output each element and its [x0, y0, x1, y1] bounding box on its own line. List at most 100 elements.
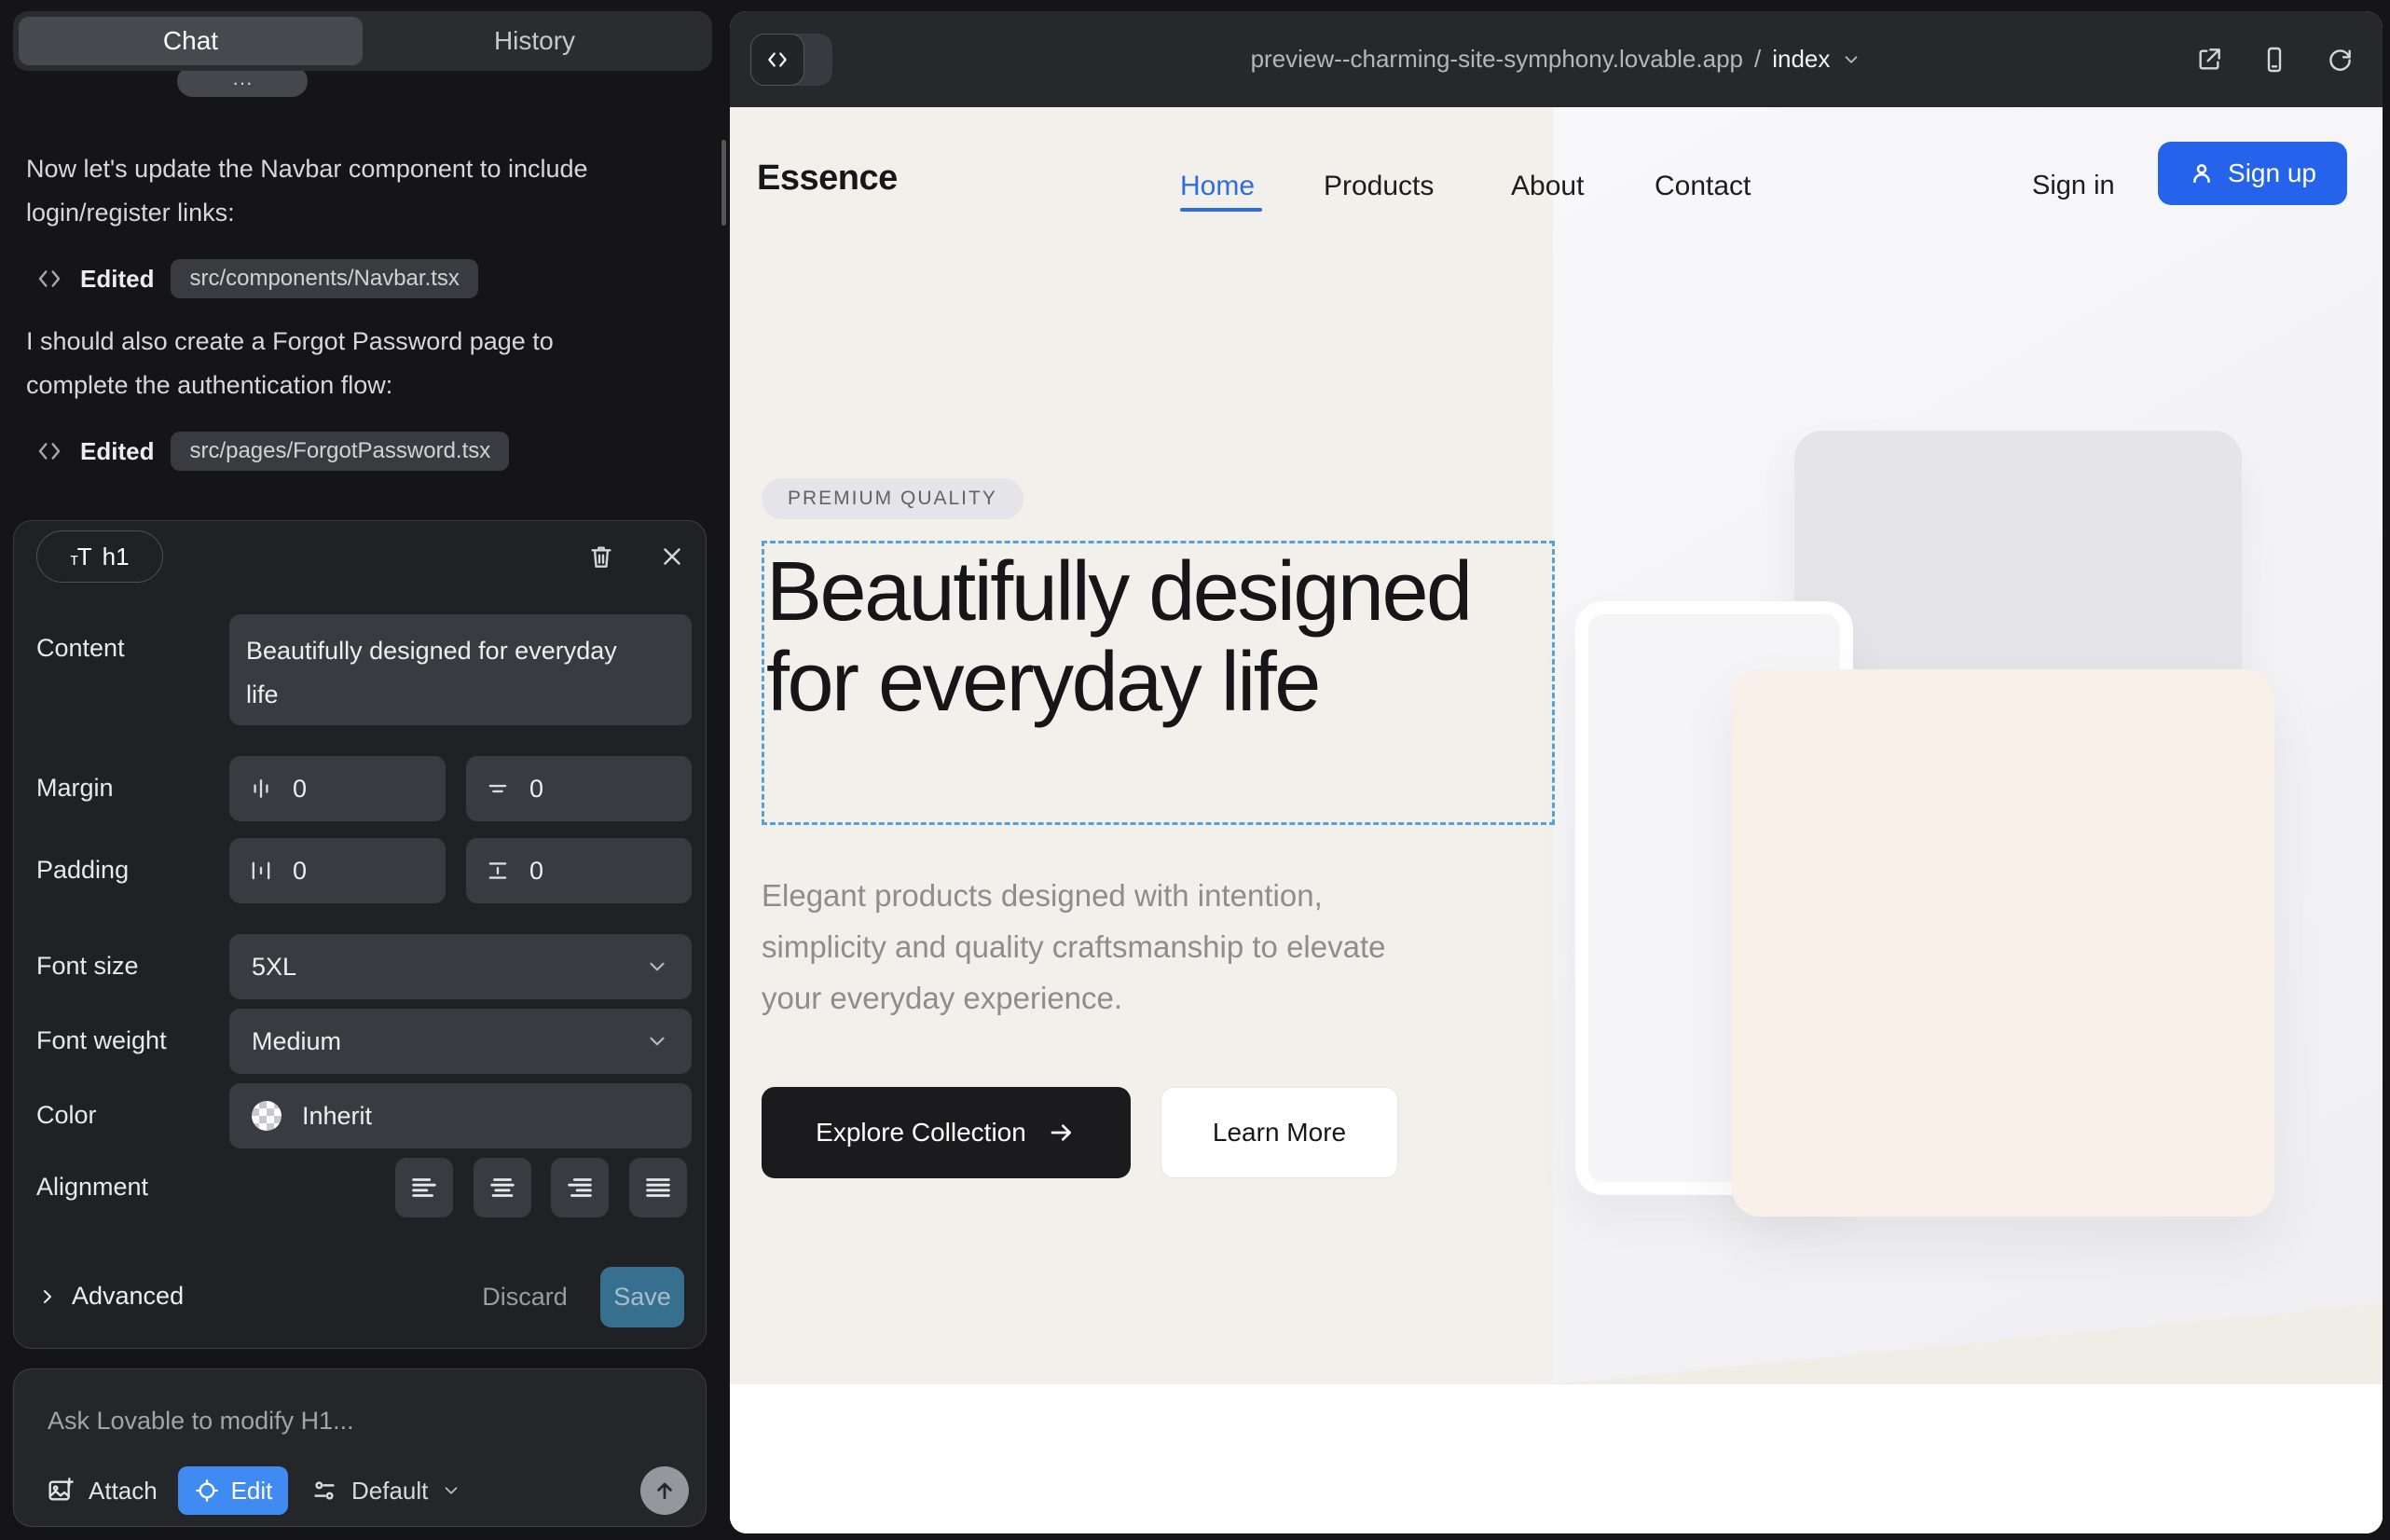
edit-mode-button[interactable]: Edit — [178, 1466, 288, 1515]
explore-collection-button[interactable]: Explore Collection — [762, 1087, 1131, 1178]
font-weight-value: Medium — [252, 1027, 341, 1056]
site-canvas: Essence Home Products About Contact Sign… — [730, 107, 2383, 1533]
margin-label: Margin — [36, 774, 114, 803]
margin-y-value: 0 — [529, 775, 543, 804]
composer-placeholder[interactable]: Ask Lovable to modify H1... — [48, 1407, 354, 1436]
padding-y-value: 0 — [529, 857, 543, 886]
site-logo[interactable]: Essence — [757, 158, 898, 199]
advanced-label: Advanced — [72, 1282, 184, 1311]
margin-x-value: 0 — [293, 775, 307, 804]
content-input[interactable]: Beautifully designed for everyday life — [229, 614, 692, 725]
discard-button[interactable]: Discard — [478, 1267, 571, 1327]
mobile-view-icon[interactable] — [2256, 41, 2293, 78]
margin-y-input[interactable]: 0 — [466, 756, 692, 821]
sidebar-scrollbar[interactable] — [721, 140, 726, 226]
preview-actions — [2191, 11, 2358, 107]
hero-heading[interactable]: Beautifully designed for everyday life — [764, 543, 1552, 728]
close-panel-button[interactable] — [652, 536, 693, 577]
color-value: Inherit — [302, 1102, 372, 1131]
typography-icon: тT — [70, 543, 90, 571]
padding-horizontal-icon — [248, 858, 274, 884]
font-size-label: Font size — [36, 952, 139, 981]
color-select[interactable]: Inherit — [229, 1083, 692, 1148]
url-page: index — [1772, 45, 1830, 74]
attach-label: Attach — [89, 1477, 158, 1506]
chevron-down-icon — [645, 1029, 669, 1053]
person-icon — [2189, 160, 2215, 186]
font-weight-label: Font weight — [36, 1026, 167, 1055]
chat-history-tabs: Chat History — [13, 11, 712, 71]
nav-link-contact[interactable]: Contact — [1655, 171, 1751, 202]
align-left-button[interactable] — [395, 1158, 453, 1217]
chip-dots: ··· — [232, 69, 253, 97]
edited-label: Edited — [80, 265, 154, 294]
file-chip[interactable]: src/components/Navbar.tsx — [171, 259, 477, 298]
padding-label: Padding — [36, 856, 129, 885]
sign-in-link[interactable]: Sign in — [2032, 171, 2115, 201]
edited-file-row: Edited src/components/Navbar.tsx — [35, 258, 478, 299]
chevron-down-icon — [441, 1480, 461, 1501]
padding-y-input[interactable]: 0 — [466, 838, 692, 903]
preview-window: preview--charming-site-symphony.lovable.… — [730, 11, 2383, 1533]
delete-element-button[interactable] — [581, 536, 622, 577]
arrow-right-icon — [1047, 1118, 1077, 1148]
nav-link-about[interactable]: About — [1511, 171, 1584, 202]
element-editor-panel: тT h1 Content Beautifully designed for e… — [13, 520, 707, 1349]
url-domain: preview--charming-site-symphony.lovable.… — [1251, 45, 1743, 74]
transparent-swatch-icon — [252, 1101, 282, 1131]
active-nav-underline — [1180, 208, 1262, 212]
tab-chat[interactable]: Chat — [19, 17, 363, 65]
font-weight-select[interactable]: Medium — [229, 1009, 692, 1074]
sign-up-label: Sign up — [2228, 158, 2316, 188]
align-right-button[interactable] — [551, 1158, 609, 1217]
url-separator: / — [1754, 45, 1761, 74]
align-center-button[interactable] — [474, 1158, 531, 1217]
margin-horizontal-icon — [248, 776, 274, 802]
sign-up-button[interactable]: Sign up — [2158, 142, 2347, 205]
preview-toolbar: preview--charming-site-symphony.lovable.… — [730, 11, 2383, 107]
margin-vertical-icon — [485, 776, 511, 802]
hero-description: Elegant products designed with intention… — [762, 870, 1451, 1024]
padding-x-input[interactable]: 0 — [229, 838, 446, 903]
chevron-right-icon — [36, 1286, 59, 1308]
edit-label: Edit — [231, 1477, 273, 1506]
edited-label: Edited — [80, 437, 154, 466]
mode-label: Default — [351, 1477, 428, 1506]
align-justify-button[interactable] — [629, 1158, 687, 1217]
sliders-icon — [310, 1477, 338, 1505]
selected-element-outline[interactable]: Beautifully designed for everyday life — [762, 541, 1555, 825]
font-size-value: 5XL — [252, 953, 296, 982]
attach-button[interactable]: Attach — [46, 1466, 158, 1515]
chevron-down-icon — [645, 955, 669, 979]
padding-x-value: 0 — [293, 857, 307, 886]
alignment-label: Alignment — [36, 1173, 148, 1202]
nav-link-home[interactable]: Home — [1180, 171, 1255, 202]
open-external-icon[interactable] — [2191, 41, 2228, 78]
nav-link-products[interactable]: Products — [1324, 171, 1434, 202]
code-icon — [35, 265, 63, 293]
send-button[interactable] — [640, 1466, 689, 1515]
url-bar[interactable]: preview--charming-site-symphony.lovable.… — [730, 11, 2383, 107]
element-tag-label: h1 — [103, 543, 130, 571]
learn-more-button[interactable]: Learn More — [1161, 1087, 1398, 1178]
quality-badge: PREMIUM QUALITY — [762, 478, 1023, 519]
font-size-select[interactable]: 5XL — [229, 934, 692, 999]
advanced-toggle[interactable]: Advanced — [36, 1282, 184, 1311]
code-icon — [35, 437, 63, 465]
target-icon — [194, 1478, 220, 1504]
file-chip[interactable]: src/pages/ForgotPassword.tsx — [171, 432, 509, 471]
margin-x-input[interactable]: 0 — [229, 756, 446, 821]
content-label: Content — [36, 634, 125, 663]
next-section — [730, 1384, 2383, 1533]
padding-vertical-icon — [485, 858, 511, 884]
refresh-icon[interactable] — [2321, 41, 2358, 78]
chat-message: I should also create a Forgot Password p… — [26, 320, 604, 407]
color-label: Color — [36, 1101, 97, 1130]
attach-image-icon — [46, 1476, 76, 1506]
save-button[interactable]: Save — [600, 1267, 684, 1327]
mode-select[interactable]: Default — [310, 1466, 461, 1515]
edited-file-row: Edited src/pages/ForgotPassword.tsx — [35, 431, 509, 472]
tab-history[interactable]: History — [363, 17, 707, 65]
decorative-card-cream — [1732, 669, 2274, 1217]
selected-element-pill: тT h1 — [36, 530, 163, 583]
